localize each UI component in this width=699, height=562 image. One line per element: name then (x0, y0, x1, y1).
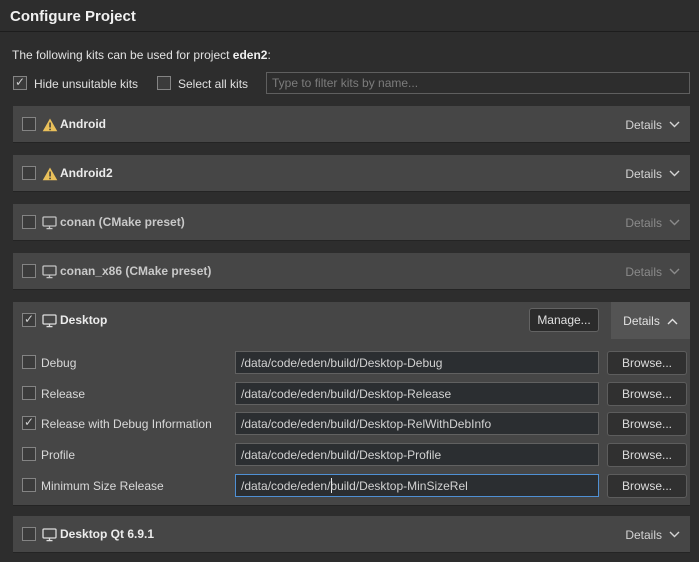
config-checkbox[interactable] (22, 447, 36, 461)
kit-checkbox[interactable] (22, 313, 36, 327)
kit-label: Desktop (60, 313, 107, 327)
build-dir-input[interactable] (235, 412, 599, 435)
browse-button[interactable]: Browse... (607, 412, 687, 436)
kit-checkbox[interactable] (22, 264, 36, 278)
details-label: Details (623, 314, 660, 328)
chevron-down-icon (669, 219, 680, 226)
text-cursor (331, 478, 332, 493)
details-label: Details (625, 265, 662, 279)
desktop-icon (42, 528, 58, 542)
desktop-icon (42, 314, 58, 328)
select-all-label[interactable]: Select all kits (178, 77, 248, 91)
hide-unsuitable-label[interactable]: Hide unsuitable kits (34, 77, 138, 91)
config-row-profile: Profile Browse... (13, 443, 690, 467)
kit-label: conan_x86 (CMake preset) (60, 264, 211, 278)
config-label: Release (41, 387, 85, 401)
select-all-checkbox[interactable] (157, 76, 171, 90)
build-dir-input-focused[interactable] (235, 474, 599, 497)
kit-checkbox[interactable] (22, 117, 36, 131)
browse-button[interactable]: Browse... (607, 382, 687, 406)
warning-icon (42, 118, 58, 132)
desktop-icon (42, 216, 58, 230)
kit-row-conan-x86[interactable]: conan_x86 (CMake preset) Details (13, 253, 690, 290)
title-divider (0, 31, 699, 32)
kit-filter-input[interactable] (266, 72, 690, 94)
chevron-down-icon (669, 170, 680, 177)
details-label: Details (625, 167, 662, 181)
chevron-down-icon (669, 121, 680, 128)
browse-button[interactable]: Browse... (607, 474, 687, 498)
kit-checkbox[interactable] (22, 527, 36, 541)
config-label: Release with Debug Information (41, 417, 212, 431)
chevron-down-icon (669, 531, 680, 538)
configure-project-page: Configure Project The following kits can… (0, 0, 699, 562)
kit-details-button[interactable]: Details (625, 516, 680, 553)
kit-label: Android (60, 117, 106, 131)
config-checkbox[interactable] (22, 355, 36, 369)
kit-group-desktop: Desktop Manage... Details Debug Browse..… (13, 302, 690, 506)
kit-details-button[interactable]: Details (625, 106, 680, 143)
kit-label: Desktop Qt 6.9.1 (60, 527, 154, 541)
kit-row-desktop-qt[interactable]: Desktop Qt 6.9.1 Details (13, 516, 690, 553)
kit-details-button: Details (625, 253, 680, 290)
page-title: Configure Project (10, 8, 136, 25)
chevron-up-icon (667, 314, 678, 328)
config-label: Debug (41, 356, 76, 370)
build-dir-input[interactable] (235, 382, 599, 405)
kit-row-android[interactable]: Android Details (13, 106, 690, 143)
browse-button[interactable]: Browse... (607, 443, 687, 467)
config-row-minsizerel: Minimum Size Release Browse... (13, 474, 690, 498)
hide-unsuitable-checkbox[interactable] (13, 76, 27, 90)
config-checkbox[interactable] (22, 386, 36, 400)
config-row-release: Release Browse... (13, 382, 690, 406)
config-row-debug: Debug Browse... (13, 351, 690, 375)
browse-button[interactable]: Browse... (607, 351, 687, 375)
kit-row-android2[interactable]: Android2 Details (13, 155, 690, 192)
kit-checkbox[interactable] (22, 215, 36, 229)
kit-details-button[interactable]: Details (625, 155, 680, 192)
kit-label: Android2 (60, 166, 113, 180)
kit-details-button-expanded[interactable]: Details (611, 302, 690, 339)
details-label: Details (625, 528, 662, 542)
details-label: Details (625, 216, 662, 230)
project-name: eden2 (233, 48, 268, 62)
config-label: Profile (41, 448, 75, 462)
kit-row-conan[interactable]: conan (CMake preset) Details (13, 204, 690, 241)
kit-row-desktop[interactable]: Desktop Manage... Details (13, 302, 690, 339)
config-checkbox[interactable] (22, 416, 36, 430)
kit-label: conan (CMake preset) (60, 215, 185, 229)
config-row-relwithdebinfo: Release with Debug Information Browse... (13, 412, 690, 436)
kit-details-button: Details (625, 204, 680, 241)
subtitle-suffix: : (267, 48, 270, 62)
warning-icon (42, 167, 58, 181)
desktop-icon (42, 265, 58, 279)
kit-checkbox[interactable] (22, 166, 36, 180)
details-label: Details (625, 118, 662, 132)
kits-subtitle: The following kits can be used for proje… (12, 48, 271, 62)
chevron-down-icon (669, 268, 680, 275)
config-checkbox[interactable] (22, 478, 36, 492)
manage-kits-button[interactable]: Manage... (529, 308, 599, 332)
build-dir-input[interactable] (235, 443, 599, 466)
subtitle-prefix: The following kits can be used for proje… (12, 48, 233, 62)
config-label: Minimum Size Release (41, 479, 164, 493)
build-dir-input[interactable] (235, 351, 599, 374)
